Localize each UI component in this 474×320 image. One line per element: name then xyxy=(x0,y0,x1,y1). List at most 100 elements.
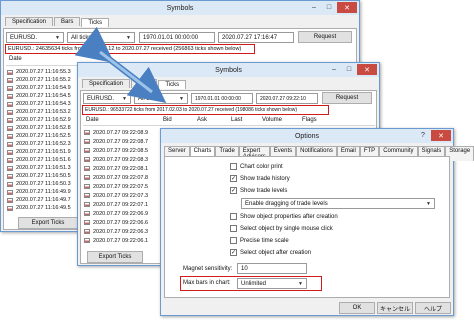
table-row[interactable]: 2020.07.27 11:16:52.3 xyxy=(7,140,71,148)
help-icon[interactable]: ? xyxy=(416,130,430,141)
table-row[interactable]: 2020.07.27 11:16:54.3 xyxy=(7,100,71,108)
table-row[interactable]: 2020.07.27 11:16:52.9 xyxy=(7,116,71,124)
tick-row-icon xyxy=(84,211,90,216)
request-button[interactable]: Request xyxy=(298,31,352,43)
check-label: Select object by single mouse click xyxy=(240,225,333,232)
export-ticks-button-front[interactable]: Export Ticks xyxy=(87,251,143,263)
table-row[interactable]: 2020.07.27 11:16:49.7 xyxy=(7,196,71,204)
checkbox[interactable] xyxy=(230,237,237,244)
table-row[interactable]: 2020.07.27 11:16:53.2 xyxy=(7,108,71,116)
check-label: Show trade levels xyxy=(240,187,288,194)
check-show-object-properties[interactable]: Show object properties after creation xyxy=(230,213,338,220)
request-button[interactable]: Request xyxy=(322,92,372,104)
tick-mode-select[interactable]: All ticks ▼ xyxy=(67,32,135,43)
tab-bars[interactable]: Bars xyxy=(131,79,158,88)
table-row[interactable]: 2020.07.27 11:16:51.3 xyxy=(7,164,71,172)
tick-row-icon xyxy=(7,181,13,187)
symbols-tabs-front: Specification Bars Ticks xyxy=(78,79,379,89)
tick-row-icon xyxy=(7,165,13,171)
table-row[interactable]: 2020.07.27 11:16:54.5 xyxy=(7,92,71,100)
tick-date: 2020.07.27 11:16:51.3 xyxy=(16,165,71,171)
window-title: Symbols xyxy=(166,4,194,12)
tab-ticks[interactable]: Ticks xyxy=(158,80,187,89)
tick-row-icon xyxy=(84,184,90,189)
symbol-select[interactable]: EURUSD. ▼ xyxy=(83,93,131,104)
tick-date: 2020.07.27 09:22:06.3 xyxy=(93,228,149,235)
check-select-object-single-click[interactable]: Select object by single mouse click xyxy=(230,225,333,232)
checkbox[interactable] xyxy=(230,163,237,170)
date-to-field[interactable]: 2020.07.27 09:22:10 xyxy=(256,93,318,104)
tick-date: 2020.07.27 09:22:08.5 xyxy=(93,147,149,154)
checkbox[interactable] xyxy=(230,225,237,232)
help-button[interactable]: ヘルプ xyxy=(415,302,451,314)
close-icon[interactable]: ✕ xyxy=(357,64,377,75)
check-precise-time-scale[interactable]: Precise time scale xyxy=(230,237,289,244)
cancel-button[interactable]: キャンセル xyxy=(377,302,413,314)
tick-row-icon xyxy=(7,125,13,131)
table-row[interactable]: 2020.07.27 11:16:49.5 xyxy=(7,204,71,212)
charts-settings-panel: Chart color print Show trade history Sho… xyxy=(164,156,450,298)
table-row[interactable]: 2020.07.27 11:16:49.9 xyxy=(7,188,71,196)
checkbox[interactable] xyxy=(230,175,237,182)
tab-ticks[interactable]: Ticks xyxy=(81,18,110,27)
date-from-field[interactable]: 1970.01.01 00:00:00 xyxy=(139,32,215,43)
maximize-icon[interactable]: □ xyxy=(342,64,356,75)
tick-row-icon xyxy=(84,238,90,243)
tick-row-icon xyxy=(7,69,13,75)
max-bars-select[interactable]: Unlimited ▼ xyxy=(237,278,307,289)
checkbox[interactable] xyxy=(230,187,237,194)
symbol-value: EURUSD. xyxy=(87,95,115,102)
tick-row-icon xyxy=(7,133,13,139)
tick-date: 2020.07.27 11:16:54.9 xyxy=(16,85,71,91)
check-chart-color-print[interactable]: Chart color print xyxy=(230,163,283,170)
table-row[interactable]: 2020.07.27 11:16:50.3 xyxy=(7,180,71,188)
table-row[interactable]: 2020.07.27 11:16:50.5 xyxy=(7,172,71,180)
close-icon[interactable]: ✕ xyxy=(431,130,451,141)
check-show-trade-history[interactable]: Show trade history xyxy=(230,175,290,182)
trade-levels-mode-select[interactable]: Enable dragging of trade levels ▼ xyxy=(241,198,435,209)
max-bars-label: Max bars in chart: xyxy=(183,280,231,286)
tick-mode-value: All ticks xyxy=(138,95,159,102)
checkbox[interactable] xyxy=(230,249,237,256)
date-from-field[interactable]: 1970.01.01 00:00:00 xyxy=(191,93,253,104)
minimize-icon[interactable]: – xyxy=(307,2,321,13)
check-select-object-after-creation[interactable]: Select object after creation xyxy=(230,249,311,256)
maximize-icon[interactable]: □ xyxy=(322,2,336,13)
tick-date: 2020.07.27 09:22:06.6 xyxy=(93,219,149,226)
table-row[interactable]: 2020.07.27 11:16:51.6 xyxy=(7,156,71,164)
tick-date: 2020.07.27 09:22:07.3 xyxy=(93,192,149,199)
minimize-icon[interactable]: – xyxy=(327,64,341,75)
table-row[interactable]: 2020.07.27 11:16:54.9 xyxy=(7,84,71,92)
tick-date: 2020.07.27 11:16:52.8 xyxy=(16,125,71,131)
symbols-tabs-back: Specification Bars Ticks xyxy=(1,17,359,27)
export-ticks-button-back[interactable]: Export Ticks xyxy=(18,217,78,229)
chevron-down-icon: ▼ xyxy=(126,34,131,41)
check-label: Precise time scale xyxy=(240,237,289,244)
table-row[interactable]: 2020.07.27 11:16:55.3 xyxy=(7,68,71,76)
checkbox[interactable] xyxy=(230,213,237,220)
ok-button[interactable]: OK xyxy=(339,302,375,314)
tick-date: 2020.07.27 11:16:55.3 xyxy=(16,69,71,75)
tick-date: 2020.07.27 11:16:49.9 xyxy=(16,189,71,195)
tab-specification[interactable]: Specification xyxy=(5,17,54,26)
tick-date: 2020.07.27 11:16:49.7 xyxy=(16,197,71,203)
check-show-trade-levels[interactable]: Show trade levels xyxy=(230,187,287,194)
table-row[interactable]: 2020.07.27 11:16:52.5 xyxy=(7,132,71,140)
table-row[interactable]: 2020.07.27 11:16:52.8 xyxy=(7,124,71,132)
symbol-select[interactable]: EURUSD. ▼ xyxy=(6,32,64,43)
table-row[interactable]: 2020.07.27 11:16:55.2 xyxy=(7,76,71,84)
tick-mode-select[interactable]: All ticks ▼ xyxy=(134,93,188,104)
date-to-field[interactable]: 2020.07.27 17:16:47 xyxy=(218,32,294,43)
tick-row-icon xyxy=(7,173,13,179)
tick-row-icon xyxy=(7,93,13,99)
tick-date: 2020.07.27 09:22:06.9 xyxy=(93,210,149,217)
tab-specification[interactable]: Specification xyxy=(82,79,131,88)
close-icon[interactable]: ✕ xyxy=(337,2,357,13)
tick-row-icon xyxy=(84,175,90,180)
tab-bars[interactable]: Bars xyxy=(54,17,81,26)
tick-row-icon xyxy=(7,101,13,107)
tick-row-icon xyxy=(84,166,90,171)
tick-date: 2020.07.27 11:16:50.5 xyxy=(16,173,71,179)
magnet-sensitivity-field[interactable]: 10 xyxy=(237,263,307,274)
table-row[interactable]: 2020.07.27 11:16:51.9 xyxy=(7,148,71,156)
